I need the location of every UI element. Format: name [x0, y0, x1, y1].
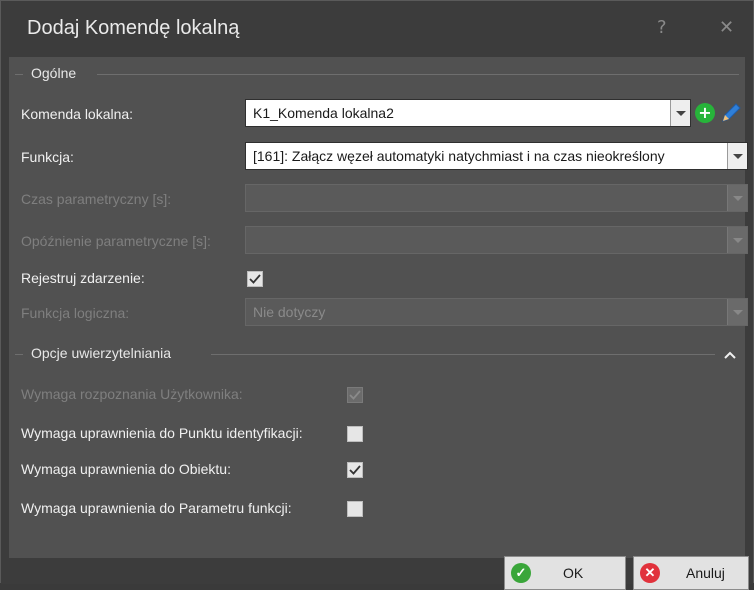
param-time-select — [245, 184, 748, 212]
chevron-down-icon[interactable] — [727, 143, 747, 169]
require-id-point-label: Wymaga uprawnienia do Punktu identyfikac… — [21, 425, 303, 441]
dialog-title: Dodaj Komendę lokalną — [27, 17, 240, 39]
title-bar: Dodaj Komendę lokalną ? ✕ — [1, 1, 753, 57]
cancel-button[interactable]: ✕ Anuluj — [633, 556, 749, 590]
chevron-down-icon — [727, 227, 747, 253]
require-user-label: Wymaga rozpoznania Użytkownika: — [21, 386, 243, 402]
local-command-select[interactable]: K1_Komenda lokalna2 — [245, 99, 691, 127]
register-event-label: Rejestruj zdarzenie: — [21, 270, 145, 286]
group-divider — [211, 354, 715, 355]
function-label: Funkcja: — [21, 149, 74, 165]
ok-button[interactable]: ✓ OK — [504, 556, 626, 590]
function-value: [161]: Załącz węzeł automatyki natychmia… — [253, 148, 665, 164]
help-icon[interactable]: ? — [657, 17, 667, 38]
param-time-label: Czas parametryczny [s]: — [21, 191, 172, 207]
group-divider — [15, 74, 23, 75]
dialog-window: Dodaj Komendę lokalną ? ✕ Ogólne Komenda… — [0, 0, 754, 590]
group-divider — [97, 74, 739, 75]
logic-function-select: Nie dotyczy — [245, 298, 748, 326]
function-select[interactable]: [161]: Załącz węzeł automatyki natychmia… — [245, 142, 748, 170]
require-object-checkbox[interactable] — [347, 462, 363, 478]
param-delay-select — [245, 226, 748, 254]
register-event-checkbox[interactable] — [247, 271, 263, 287]
require-param-checkbox[interactable] — [347, 501, 363, 517]
dialog-content: Ogólne Komenda lokalna: K1_Komenda lokal… — [9, 57, 748, 558]
close-icon[interactable]: ✕ — [719, 17, 734, 38]
require-user-checkbox — [347, 387, 363, 403]
local-command-label: Komenda lokalna: — [21, 106, 134, 122]
general-group-title: Ogólne — [31, 65, 77, 81]
require-object-label: Wymaga uprawnienia do Obiektu: — [21, 461, 231, 477]
logic-function-label: Funkcja logiczna: — [21, 305, 130, 321]
check-icon: ✓ — [511, 563, 531, 583]
chevron-down-icon — [727, 299, 747, 325]
edit-pencil-icon[interactable] — [719, 101, 743, 125]
chevron-up-icon[interactable] — [723, 346, 737, 365]
chevron-down-icon[interactable] — [670, 100, 690, 126]
param-delay-label: Opóźnienie parametryczne [s]: — [21, 233, 211, 249]
require-id-point-checkbox[interactable] — [347, 426, 363, 442]
group-divider — [15, 354, 23, 355]
cancel-x-icon: ✕ — [640, 563, 660, 583]
auth-group-title: Opcje uwierzytelniania — [31, 345, 172, 361]
logic-function-value: Nie dotyczy — [253, 304, 326, 320]
require-param-label: Wymaga uprawnienia do Parametru funkcji: — [21, 500, 292, 516]
cancel-label: Anuluj — [686, 565, 725, 581]
chevron-down-icon — [727, 185, 747, 211]
local-command-value: K1_Komenda lokalna2 — [253, 105, 394, 121]
ok-label: OK — [563, 565, 584, 581]
add-icon[interactable]: + — [695, 103, 715, 123]
